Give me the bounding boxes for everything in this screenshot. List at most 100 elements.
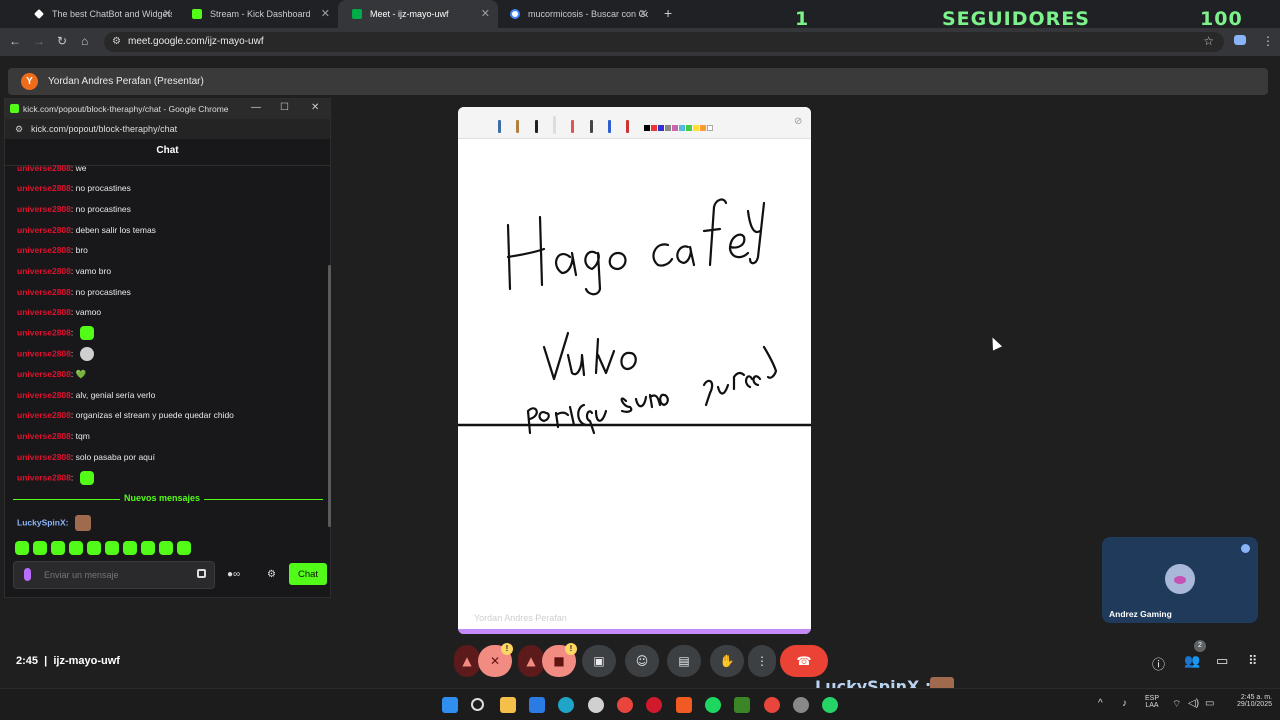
handwriting-stroke	[620, 393, 669, 413]
chrome-icon[interactable]	[617, 697, 633, 713]
people-icon[interactable]: 👥	[1184, 654, 1200, 669]
keyboard-language[interactable]: ESP LAA	[1143, 695, 1161, 709]
address-bar[interactable]: ⚙ meet.google.com/ijz-mayo-uwf ☆	[104, 32, 1224, 52]
emote-icon[interactable]	[177, 541, 191, 555]
opera-icon[interactable]	[646, 697, 662, 713]
reactions-button[interactable]: ☺	[625, 645, 659, 677]
close-icon[interactable]: ✕	[321, 7, 330, 20]
tab-google-search[interactable]: mucormicosis - Buscar con Goo ✕	[496, 0, 656, 28]
chat-input[interactable]	[44, 567, 184, 583]
chat-header: Chat	[156, 145, 179, 156]
chat-message: universe2808: vamo bro	[17, 266, 112, 276]
chat-message: LuckySpinX:	[17, 515, 91, 531]
presenter-accent-bar	[458, 629, 811, 634]
windows-start-icon[interactable]	[442, 697, 458, 713]
presenter-watermark: Yordan Andres Perafan	[474, 613, 567, 623]
tab-meet[interactable]: Meet - ijz-mayo-uwf ✕	[338, 0, 498, 28]
captions-button[interactable]: ▤	[667, 645, 701, 677]
video-options-button[interactable]: ▲	[518, 645, 544, 677]
emote-icon[interactable]	[69, 541, 83, 555]
volume-icon[interactable]: ◁)	[1188, 698, 1199, 709]
emote-icon	[79, 347, 94, 361]
google-icon	[510, 9, 520, 19]
handwriting-stroke	[676, 245, 696, 267]
emote-icon[interactable]	[105, 541, 119, 555]
mail-icon[interactable]	[529, 697, 545, 713]
taskbar-clock[interactable]: 2:45 a. m. 29/10/2025	[1224, 694, 1272, 708]
close-icon[interactable]: ✕	[639, 7, 648, 20]
chrome-icon[interactable]	[764, 697, 780, 713]
battery-icon[interactable]: ▭	[1205, 698, 1214, 709]
emote-icon[interactable]	[87, 541, 101, 555]
emoji-picker-icon[interactable]	[197, 569, 206, 578]
handwriting-stroke	[584, 250, 602, 296]
participant-tile[interactable]: Andrez Gaming	[1102, 537, 1258, 623]
emote-icon[interactable]	[33, 541, 47, 555]
reload-icon[interactable]: ↻	[57, 34, 67, 48]
mic-off-icon	[1241, 544, 1250, 553]
emote-icon[interactable]	[51, 541, 65, 555]
mic-icon[interactable]	[24, 568, 31, 581]
maximize-icon[interactable]: ☐	[280, 102, 289, 113]
steam-icon[interactable]	[793, 697, 809, 713]
popup-titlebar: kick.com/popout/block-theraphy/chat - Go…	[5, 99, 330, 119]
home-icon[interactable]: ⌂	[81, 34, 88, 48]
new-tab-button[interactable]: +	[664, 5, 672, 21]
audio-options-button[interactable]: ▲	[454, 645, 480, 677]
emote-icon[interactable]	[159, 541, 173, 555]
minecraft-icon[interactable]	[734, 697, 750, 713]
send-chat-button[interactable]: Chat	[289, 563, 327, 585]
tab-label: mucormicosis - Buscar con Goo	[528, 9, 648, 19]
emote-icon[interactable]	[141, 541, 155, 555]
handwriting-stroke	[746, 201, 766, 265]
leave-call-button[interactable]: ☎	[780, 645, 828, 677]
present-screen-button[interactable]: ▣	[582, 645, 616, 677]
close-icon[interactable]: ✕	[163, 7, 172, 20]
info-icon[interactable]: ⓘ	[1152, 654, 1165, 673]
popup-title: kick.com/popout/block-theraphy/chat - Go…	[23, 104, 229, 114]
site-info-icon[interactable]: ⚙	[112, 36, 121, 47]
tab-chatbot[interactable]: The best ChatBot and Widgets ✕	[20, 0, 180, 28]
chatgpt-icon[interactable]	[588, 697, 604, 713]
spotify-icon[interactable]	[705, 697, 721, 713]
gear-icon[interactable]: ⚙	[267, 569, 276, 580]
brave-icon[interactable]	[676, 697, 692, 713]
presenting-label: Yordan Andres Perafan (Presentar)	[48, 76, 204, 87]
menu-dots-icon[interactable]: ⋮	[1262, 34, 1274, 48]
handwriting-stroke	[608, 251, 627, 271]
site-info-icon[interactable]: ⚙	[15, 124, 23, 135]
quick-emote-row	[15, 541, 191, 555]
mic-icon[interactable]: ♪	[1122, 698, 1127, 709]
minimize-icon[interactable]: —	[251, 102, 261, 113]
chevron-up-icon[interactable]: ^	[1098, 698, 1103, 709]
chat-scrollbar[interactable]	[328, 265, 331, 527]
presenter-avatar: Y	[21, 73, 38, 90]
forward-icon[interactable]: →	[33, 34, 45, 48]
edge-icon[interactable]	[558, 697, 574, 713]
close-icon[interactable]: ✕	[481, 7, 490, 20]
new-messages-label[interactable]: Nuevos mensajes	[120, 493, 205, 503]
follower-goal-target: 100	[1200, 8, 1243, 30]
more-options-button[interactable]: ⋮	[748, 645, 776, 677]
back-icon[interactable]: ←	[9, 34, 21, 48]
profile-icon[interactable]	[1234, 35, 1246, 45]
bookmark-star-icon[interactable]: ☆	[1203, 34, 1214, 48]
warning-icon: !	[501, 643, 513, 655]
popup-urlbar: ⚙ kick.com/popout/block-theraphy/chat	[5, 119, 330, 139]
search-icon[interactable]	[471, 698, 484, 711]
chat-icon[interactable]: ▭	[1216, 654, 1228, 669]
whatsapp-icon[interactable]	[822, 697, 838, 713]
mouse-cursor	[987, 335, 1003, 351]
emote-icon[interactable]	[15, 541, 29, 555]
chat-message: universe2808:	[17, 471, 94, 485]
wifi-icon[interactable]: ⌔	[1172, 698, 1181, 711]
file-explorer-icon[interactable]	[500, 697, 516, 713]
raise-hand-button[interactable]: ✋	[710, 645, 744, 677]
emote-icon[interactable]	[123, 541, 137, 555]
activities-icon[interactable]: ⠿	[1248, 654, 1258, 669]
close-icon[interactable]: ✕	[311, 102, 319, 113]
tab-kick-dashboard[interactable]: Stream - Kick Dashboard ✕	[178, 0, 338, 28]
users-icon[interactable]: ●∞	[227, 569, 240, 580]
tab-label: Stream - Kick Dashboard	[210, 9, 311, 19]
handwriting-stroke	[702, 198, 728, 267]
